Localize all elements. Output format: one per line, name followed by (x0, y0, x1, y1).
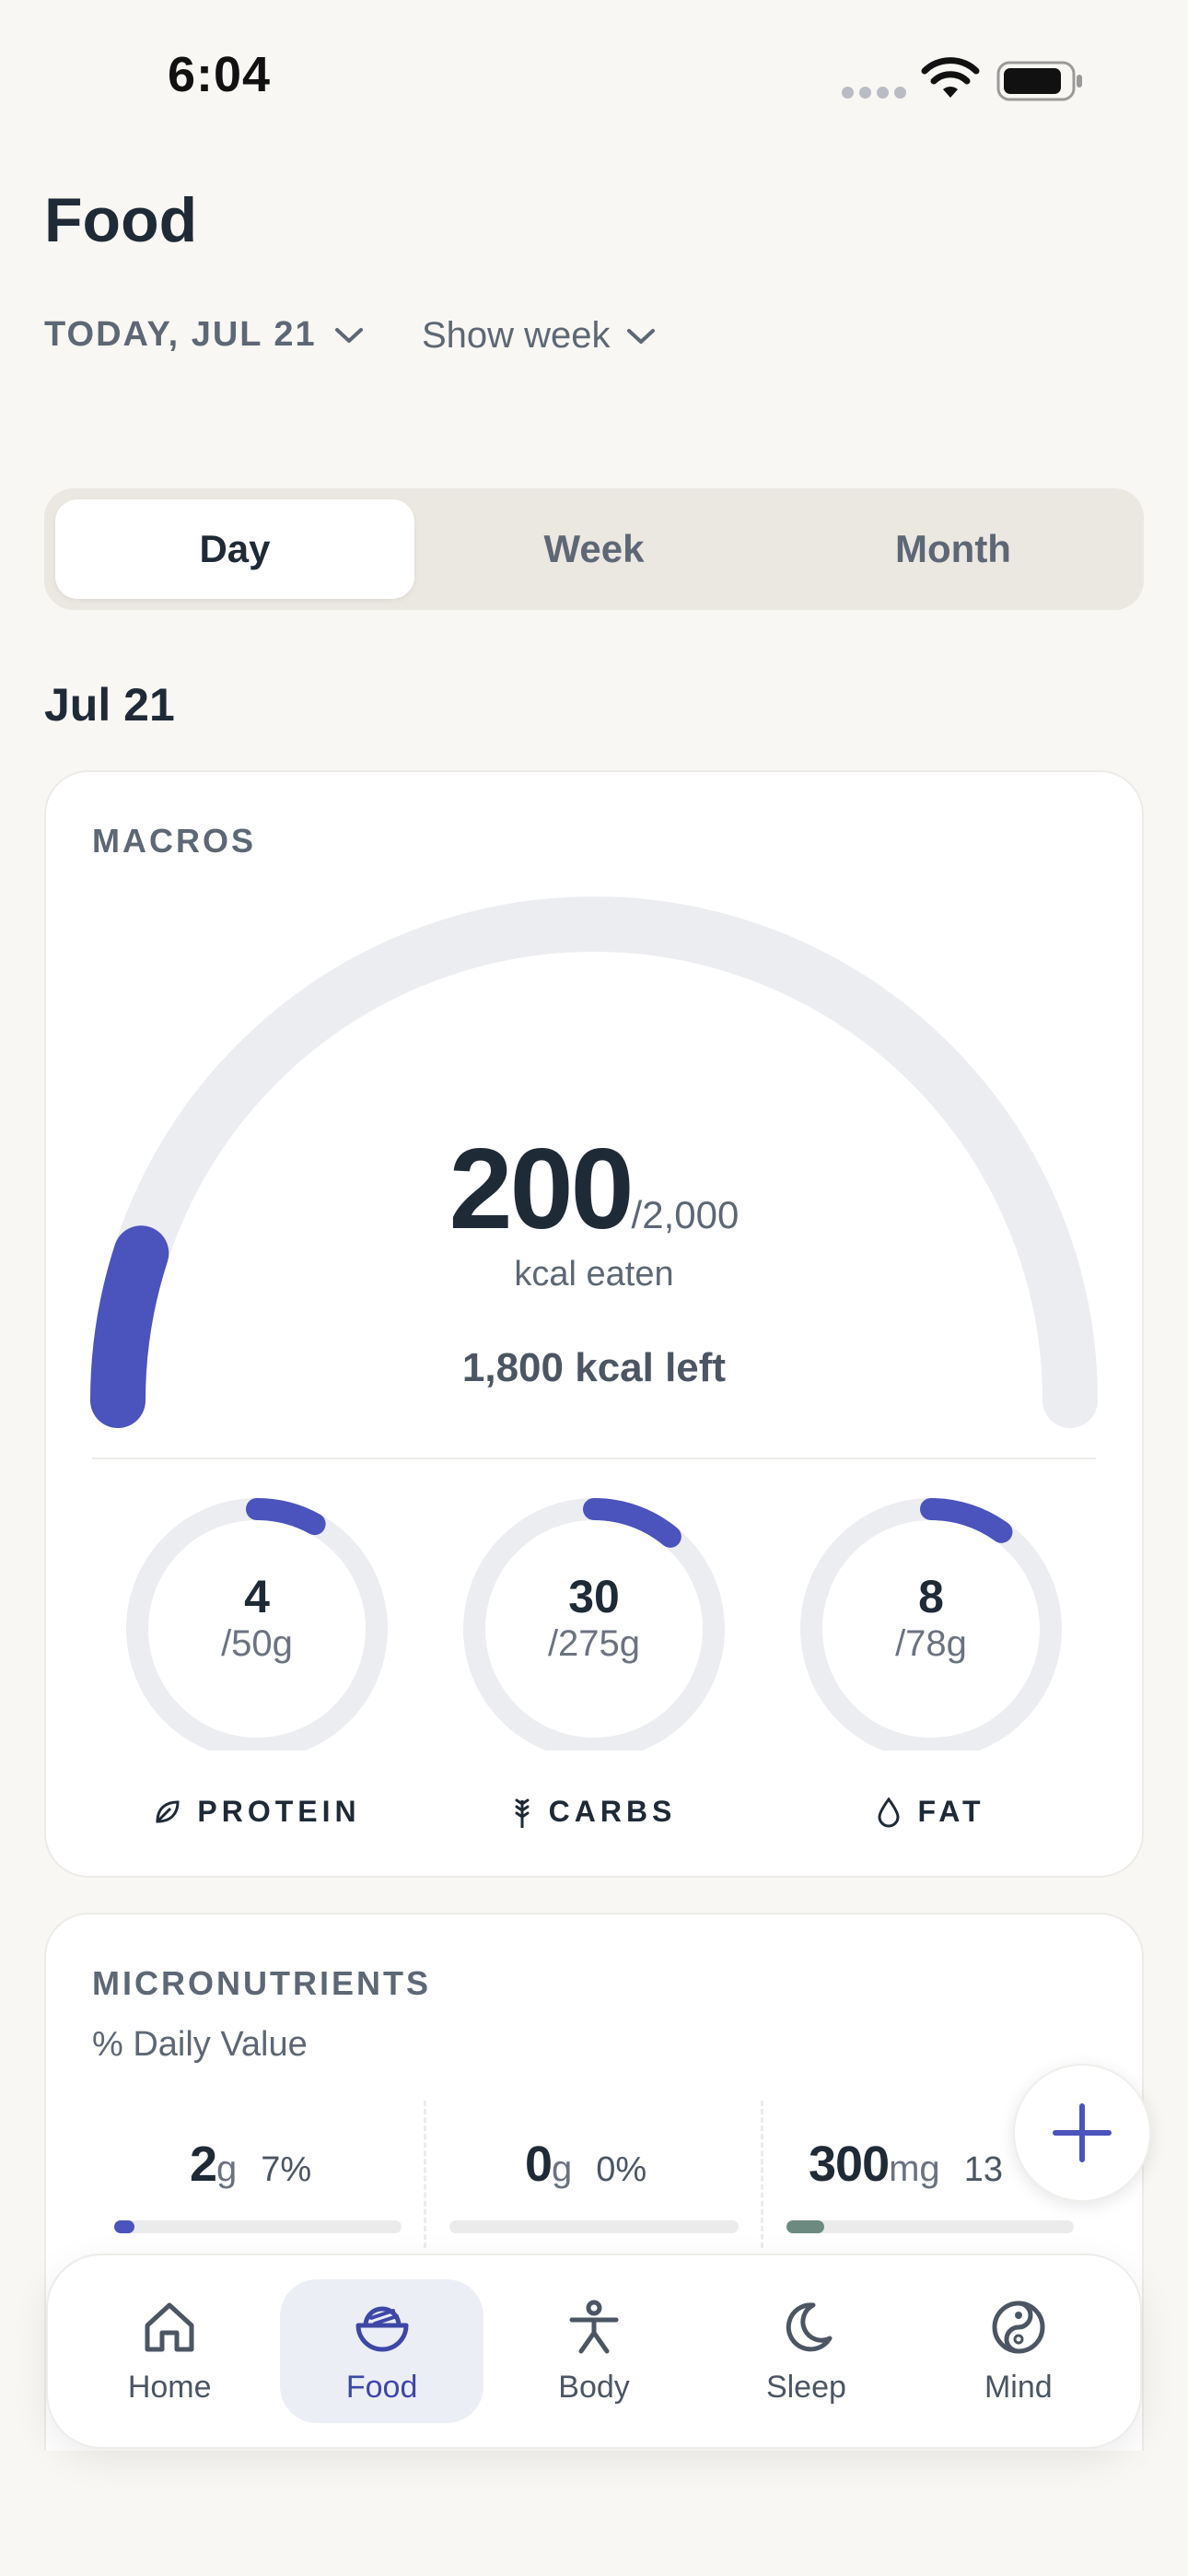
carbs-ring-fill (583, 1498, 681, 1548)
tab-body-label: Body (558, 2369, 630, 2405)
micronutrient-value: 300 (809, 2137, 890, 2192)
fat-ring-value: 8 /78g (798, 1570, 1065, 1665)
micronutrient-percent: 0% (596, 2150, 647, 2189)
kcal-eaten-number: 200 (448, 1126, 635, 1253)
divider (424, 2101, 426, 2248)
kcal-eaten-value: 200/2,000 (0, 1124, 1188, 1255)
protein-ring-value: 4 /50g (123, 1570, 390, 1665)
tab-body[interactable]: Body (493, 2279, 695, 2423)
moon-icon (786, 2301, 833, 2351)
micronutrient-bar-fill (786, 2220, 824, 2233)
kcal-left: 1,800 kcal left (461, 1345, 727, 1390)
carbs-label: CARBS (460, 1795, 728, 1829)
kcal-eaten-caption: kcal eaten (514, 1255, 674, 1294)
carbs-label-text: CARBS (548, 1795, 677, 1828)
fat-goal: /78g (895, 1623, 967, 1664)
tab-food-label: Food (345, 2369, 418, 2405)
tab-mind-label: Mind (984, 2369, 1053, 2405)
protein-label: PROTEIN (123, 1795, 390, 1829)
tab-home-label: Home (127, 2369, 212, 2405)
micronutrients-label: MICRONUTRIENTS (92, 1964, 431, 2002)
protein-value: 4 (244, 1571, 270, 1622)
micronutrient-percent: 13 (963, 2150, 1003, 2189)
add-food-button[interactable] (1013, 2064, 1151, 2202)
fat-ring-fill (920, 1498, 1013, 1543)
food-bowl-icon (355, 2306, 409, 2351)
carbs-ring-value: 30 /275g (460, 1570, 728, 1665)
wheat-icon (515, 1798, 530, 1828)
tab-sleep[interactable]: Sleep (705, 2279, 907, 2423)
body-icon (569, 2300, 619, 2353)
protein-ring-fill (246, 1498, 326, 1536)
micronutrients-subtitle: % Daily Value (92, 2025, 308, 2064)
micronutrient-bar-track (449, 2220, 739, 2233)
micronutrient-value: 2 (190, 2137, 217, 2192)
fat-value: 8 (918, 1571, 944, 1622)
carbs-value: 30 (568, 1571, 620, 1622)
micronutrient-unit: g (552, 2149, 573, 2189)
micronutrient-percent: 7% (261, 2150, 312, 2189)
leaf-icon (156, 1799, 180, 1823)
micronutrient-bar-track (786, 2220, 1074, 2233)
protein-goal: /50g (221, 1623, 293, 1664)
tab-food[interactable]: Food (280, 2279, 483, 2423)
micronutrient-unit: g (216, 2149, 238, 2189)
tab-mind[interactable]: Mind (917, 2279, 1120, 2423)
micronutrient-unit: mg (889, 2149, 940, 2189)
divider (92, 1458, 1096, 1459)
micronutrient-item: 2g 7% (190, 2136, 311, 2193)
micronutrient-item: 300mg 13 (809, 2136, 1003, 2193)
yin-yang-icon (992, 2301, 1045, 2353)
micronutrient-bar-track (114, 2220, 402, 2233)
tab-home[interactable]: Home (68, 2279, 271, 2423)
divider (761, 2101, 763, 2248)
micronutrient-value: 0 (525, 2137, 553, 2192)
micronutrient-bar-fill (114, 2220, 134, 2233)
kcal-goal: /2,000 (631, 1193, 740, 1236)
plus-icon (1053, 2103, 1112, 2162)
carbs-goal: /275g (547, 1623, 641, 1664)
bottom-background (0, 2451, 1188, 2576)
fat-label: FAT (798, 1795, 1065, 1829)
droplet-icon (878, 1797, 900, 1827)
tab-bar: Home Food Body Sleep Mind (46, 2254, 1142, 2449)
fat-label-text: FAT (917, 1795, 985, 1828)
protein-label-text: PROTEIN (197, 1795, 361, 1828)
home-icon (145, 2302, 194, 2351)
micronutrient-item: 0g 0% (525, 2136, 646, 2193)
tab-sleep-label: Sleep (765, 2369, 846, 2405)
